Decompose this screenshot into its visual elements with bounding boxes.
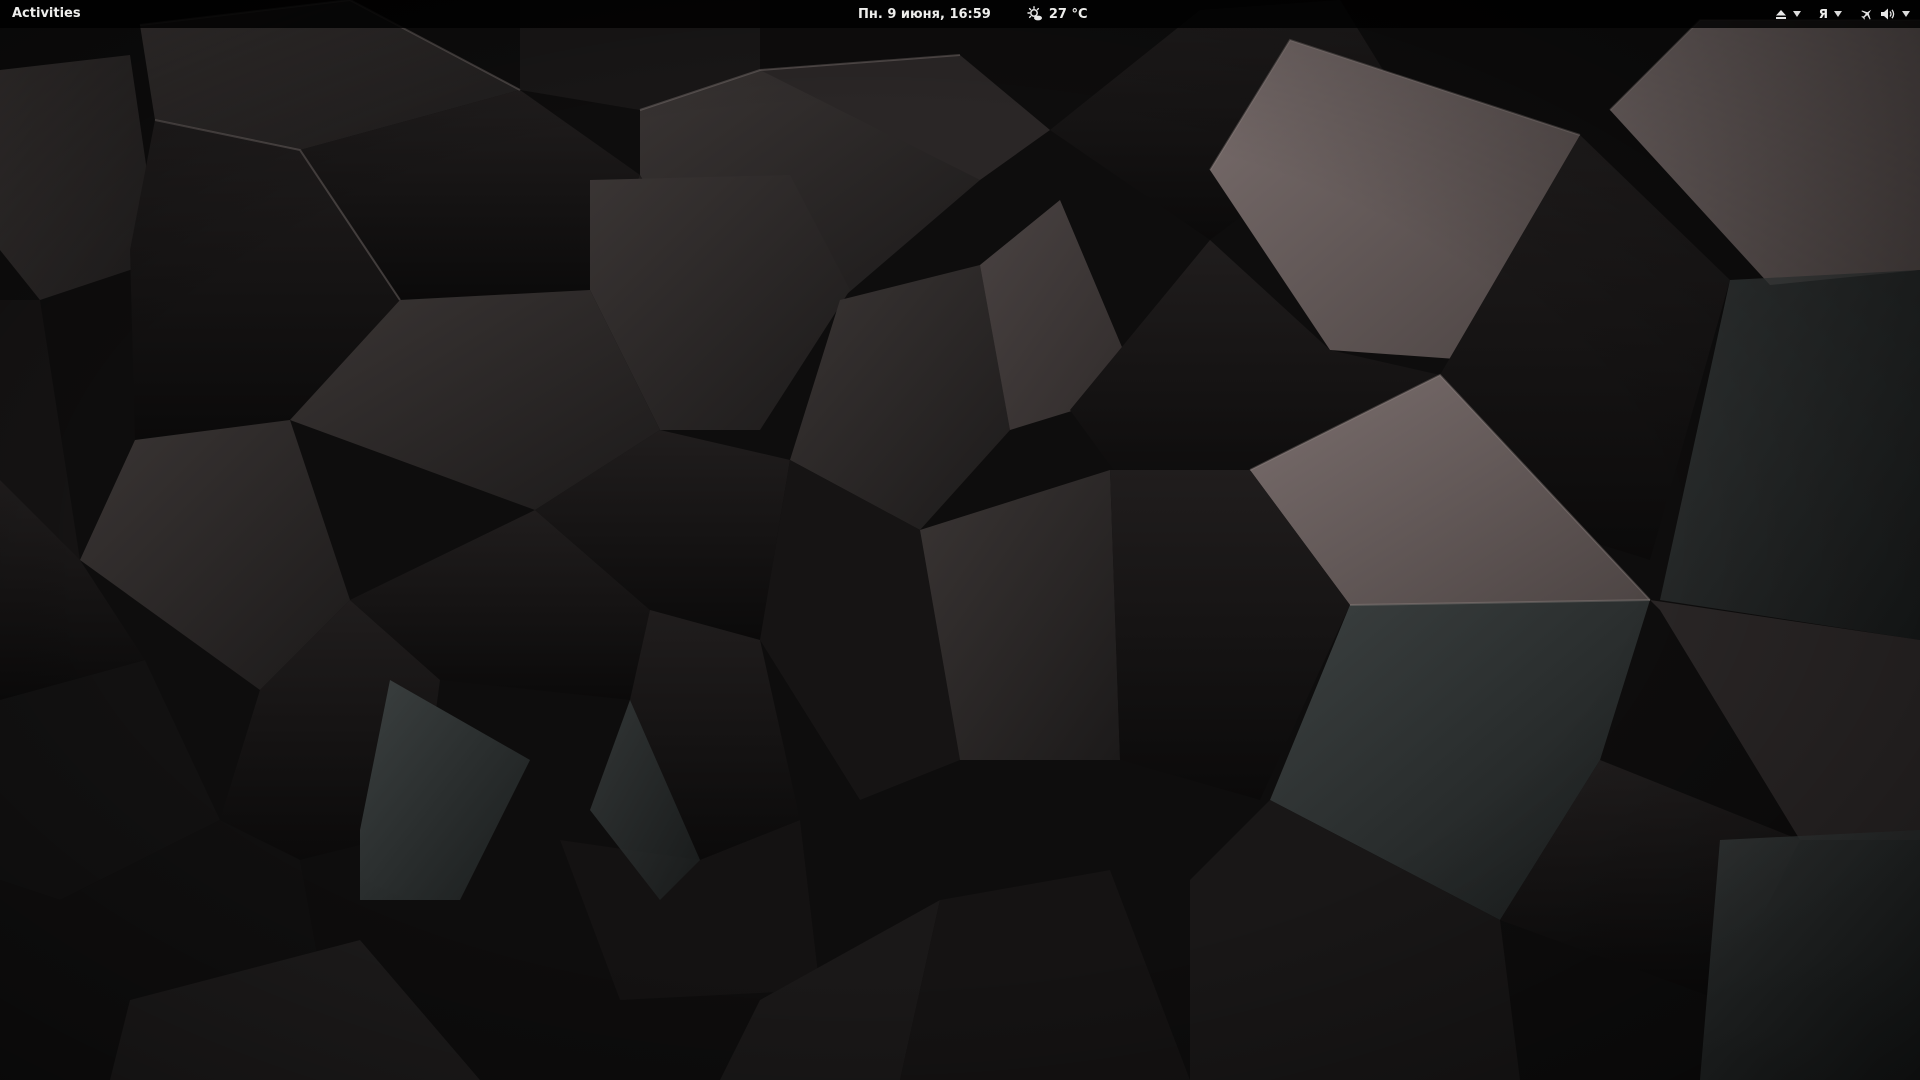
chevron-down-icon [1834,11,1842,17]
top-bar-indicators: Я [1775,0,1910,28]
chevron-down-icon [1902,11,1910,17]
keyboard-layout-label: Я [1818,7,1828,21]
chevron-down-icon [1792,11,1801,17]
weather-indicator[interactable]: 27 °C [1027,6,1088,22]
eject-icon [1775,8,1787,20]
wallpaper-background [0,0,1920,1080]
keyboard-layout-menu[interactable]: Я [1819,7,1842,21]
desktop: Activities Пн. 9 июня, 16:59 27 °C Я [0,0,1920,1080]
top-bar-center: Пн. 9 июня, 16:59 27 °C [858,0,1088,28]
airplane-mode-icon [1860,7,1874,21]
removable-devices-menu[interactable] [1775,8,1801,20]
system-menu[interactable] [1860,7,1910,21]
clock-datetime[interactable]: Пн. 9 июня, 16:59 [858,7,991,22]
top-bar: Activities Пн. 9 июня, 16:59 27 °C Я [0,0,1920,28]
volume-icon [1880,7,1896,21]
weather-sun-cloud-icon [1027,6,1043,22]
weather-temperature: 27 °C [1048,6,1088,22]
activities-button[interactable]: Activities [12,0,81,28]
